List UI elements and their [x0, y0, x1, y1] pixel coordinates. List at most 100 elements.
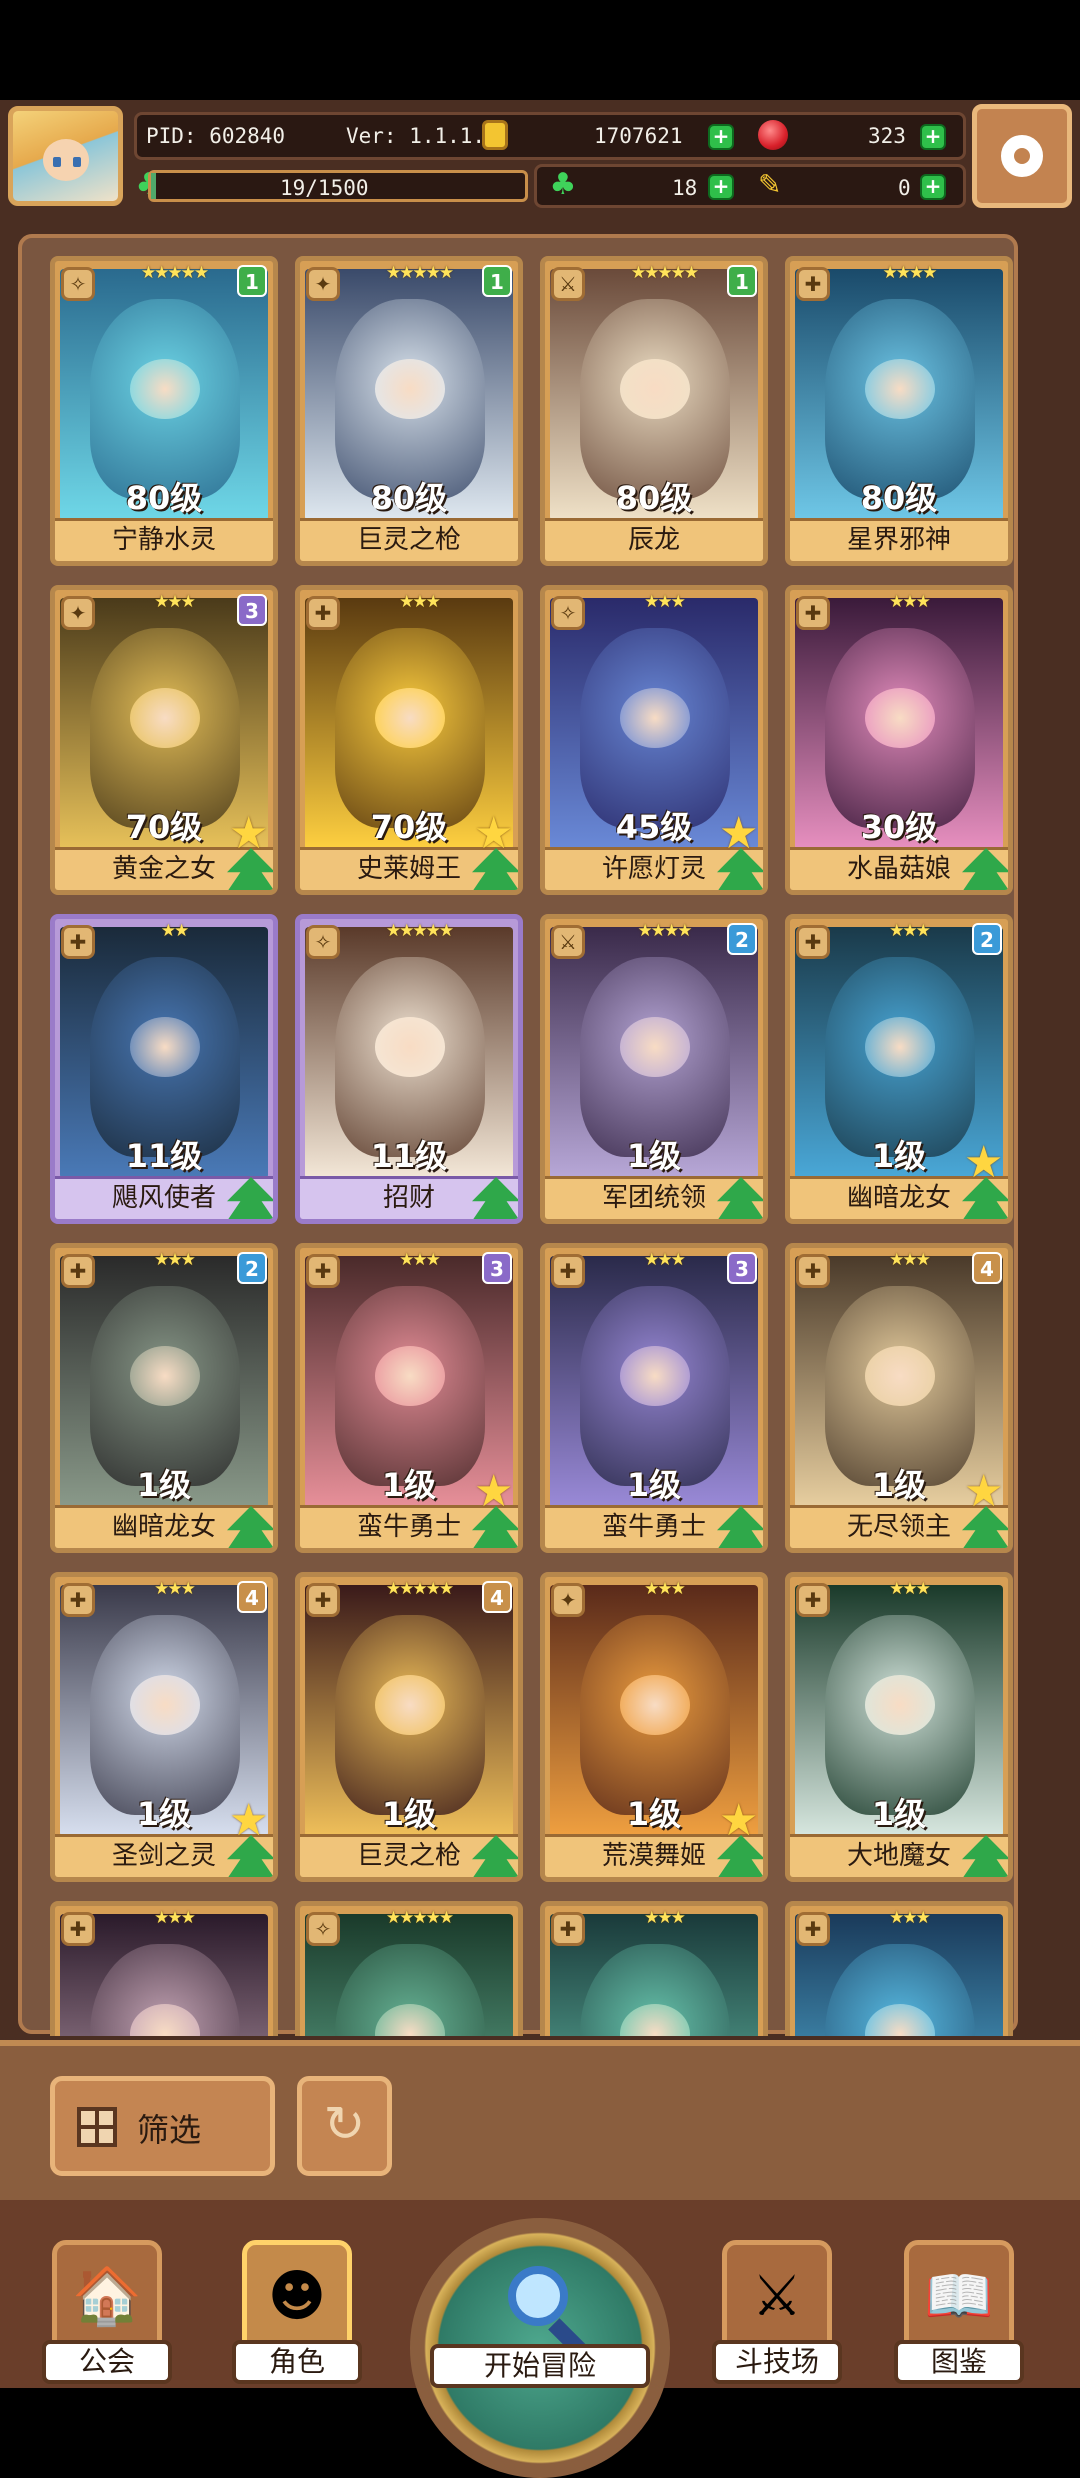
- hero-face: [865, 1017, 935, 1077]
- hero-card[interactable]: ✚ ★★★★ 80级 星界邪神: [785, 256, 1013, 566]
- hero-card[interactable]: ✧ ★★★★★ 1 80级 宁静水灵: [50, 256, 278, 566]
- class-type-icon: ✚: [61, 1254, 95, 1288]
- hero-grid[interactable]: ✧ ★★★★★ 1 80级 宁静水灵 ✦ ★★★★★ 1 80级 巨灵之枪 ⚔ ★★★★★ 1 80级 辰龙…: [50, 256, 1030, 2036]
- hero-face: [865, 1675, 935, 1735]
- crossed-swords-icon: ⚔: [751, 2264, 803, 2329]
- hero-level: 80级: [860, 479, 938, 517]
- hero-card[interactable]: ✦ ★★★ 1级 荒漠舞姬 ★: [540, 1572, 768, 1882]
- hero-card[interactable]: ✚ ★★★ 3 1级 蛮牛勇士 ★: [295, 1243, 523, 1553]
- class-type-icon: ✚: [61, 1912, 95, 1946]
- add-gem-button[interactable]: +: [920, 124, 946, 150]
- hero-level: 11级: [125, 1137, 203, 1175]
- hero-card[interactable]: ✚ ★★★: [540, 1901, 768, 2036]
- star-rating: ★★★: [889, 1579, 931, 1599]
- other-amount: 0: [898, 176, 911, 200]
- status-bar: [0, 0, 1080, 100]
- star-rating: ★★★: [154, 1579, 196, 1599]
- class-type-icon: ✚: [796, 1583, 830, 1617]
- star-rating: ★★★★★: [140, 263, 209, 283]
- hero-name: 星界邪神: [790, 518, 1008, 561]
- nav-codex[interactable]: 📖 图鉴: [894, 2240, 1024, 2384]
- class-type-icon: ⚔: [551, 925, 585, 959]
- hero-face: [130, 688, 200, 748]
- hero-card[interactable]: ✚ ★★★ 4 1级 圣剑之灵 ★: [50, 1572, 278, 1882]
- hero-level: 80级: [370, 479, 448, 517]
- rank-badge: 4: [482, 1581, 512, 1613]
- nav-character[interactable]: ☻ 角色: [232, 2240, 362, 2384]
- hero-face: [375, 1017, 445, 1077]
- class-type-icon: ✦: [306, 267, 340, 301]
- filter-label: 筛选: [137, 2111, 202, 2149]
- nav-guild[interactable]: 🏠 公会: [42, 2240, 172, 2384]
- nav-codex-label: 图鉴: [894, 2340, 1024, 2384]
- refresh-button[interactable]: ↻: [297, 2076, 392, 2176]
- star-rating: ★★★: [889, 1250, 931, 1270]
- star-rating: ★★★: [644, 1250, 686, 1270]
- hero-card[interactable]: ✚ ★★★ 2 1级 幽暗龙女: [50, 1243, 278, 1553]
- start-adventure-label: 开始冒险: [430, 2344, 650, 2388]
- class-type-icon: ✚: [551, 1254, 585, 1288]
- star-rating: ★★★★★: [385, 263, 454, 283]
- hero-card[interactable]: ✧ ★★★★★ 11级 招财: [295, 914, 523, 1224]
- hero-face: [375, 1346, 445, 1406]
- start-adventure-button[interactable]: 开始冒险: [410, 2218, 670, 2478]
- hero-card[interactable]: ✦ ★★★★★ 1 80级 巨灵之枪: [295, 256, 523, 566]
- guild-house-icon: 🏠: [72, 2264, 142, 2329]
- clover-resource-icon: ♣: [549, 167, 577, 202]
- add-other-button[interactable]: +: [920, 174, 946, 200]
- hero-level: 80级: [125, 479, 203, 517]
- hero-card[interactable]: ✚ ★★★ 4 1级 无尽领主 ★: [785, 1243, 1013, 1553]
- hero-face: [620, 1346, 690, 1406]
- rank-badge: 3: [482, 1252, 512, 1284]
- star-rating: ★★★★★: [385, 1908, 454, 1928]
- add-clover-button[interactable]: +: [708, 174, 734, 200]
- hero-card[interactable]: ✧ ★★★ 45级 许愿灯灵 ★: [540, 585, 768, 895]
- class-type-icon: ✧: [551, 596, 585, 630]
- book-icon: 📖: [924, 2264, 994, 2329]
- class-type-icon: ✚: [61, 1583, 95, 1617]
- avatar-eye: [53, 157, 61, 167]
- star-rating: ★★★: [154, 1908, 196, 1928]
- hero-level: 80级: [615, 479, 693, 517]
- class-type-icon: ✚: [306, 1583, 340, 1617]
- hero-face: [130, 1017, 200, 1077]
- hero-card[interactable]: ✚ ★★★: [50, 1901, 278, 2036]
- star-rating: ★★★★: [882, 263, 938, 283]
- filter-button[interactable]: 筛选: [50, 2076, 275, 2176]
- hero-card[interactable]: ✚ ★★ 11级 飓风使者: [50, 914, 278, 1224]
- hero-card[interactable]: ⚔ ★★★★ 2 1级 军团统领: [540, 914, 768, 1224]
- hero-level: 11级: [370, 1137, 448, 1175]
- hero-card[interactable]: ✦ ★★★ 3 70级 黄金之女 ★: [50, 585, 278, 895]
- rank-badge: 1: [237, 265, 267, 297]
- star-rating: ★★★: [644, 1908, 686, 1928]
- class-type-icon: ✚: [306, 1254, 340, 1288]
- hero-face: [620, 359, 690, 419]
- star-rating: ★★★★: [637, 921, 693, 941]
- add-gold-button[interactable]: +: [708, 124, 734, 150]
- nav-arena-label: 斗技场: [712, 2340, 842, 2384]
- hero-card[interactable]: ✚ ★★★ 1级 大地魔女: [785, 1572, 1013, 1882]
- hero-card[interactable]: ⚔ ★★★★★ 1 80级 辰龙: [540, 256, 768, 566]
- hero-card[interactable]: ✚ ★★★ 30级 水晶菇娘: [785, 585, 1013, 895]
- hero-level: 1级: [626, 1137, 682, 1175]
- player-avatar[interactable]: [8, 106, 123, 206]
- star-rating: ★★★: [889, 1908, 931, 1928]
- hero-card[interactable]: ✚ ★★★: [785, 1901, 1013, 2036]
- class-type-icon: ✚: [796, 267, 830, 301]
- settings-button[interactable]: [972, 104, 1072, 208]
- hero-face: [865, 688, 935, 748]
- star-rating: ★★★: [399, 1250, 441, 1270]
- nav-arena[interactable]: ⚔ 斗技场: [712, 2240, 842, 2384]
- xp-bar-fill: [151, 173, 156, 199]
- hero-card[interactable]: ✚ ★★★ 3 1级 蛮牛勇士: [540, 1243, 768, 1553]
- pid-text: PID: 602840: [146, 124, 286, 148]
- star-rating: ★★★: [644, 1579, 686, 1599]
- gold-coin-icon: [482, 120, 508, 150]
- hero-card[interactable]: ✚ ★★★★★ 4 1级 巨灵之枪: [295, 1572, 523, 1882]
- hero-card[interactable]: ✚ ★★★ 2 1级 幽暗龙女 ★: [785, 914, 1013, 1224]
- hero-face: [375, 1675, 445, 1735]
- hero-card[interactable]: ✧ ★★★★★: [295, 1901, 523, 2036]
- hero-card[interactable]: ✚ ★★★ 70级 史莱姆王 ★: [295, 585, 523, 895]
- character-icon: ☻: [267, 2264, 327, 2329]
- class-type-icon: ✦: [551, 1583, 585, 1617]
